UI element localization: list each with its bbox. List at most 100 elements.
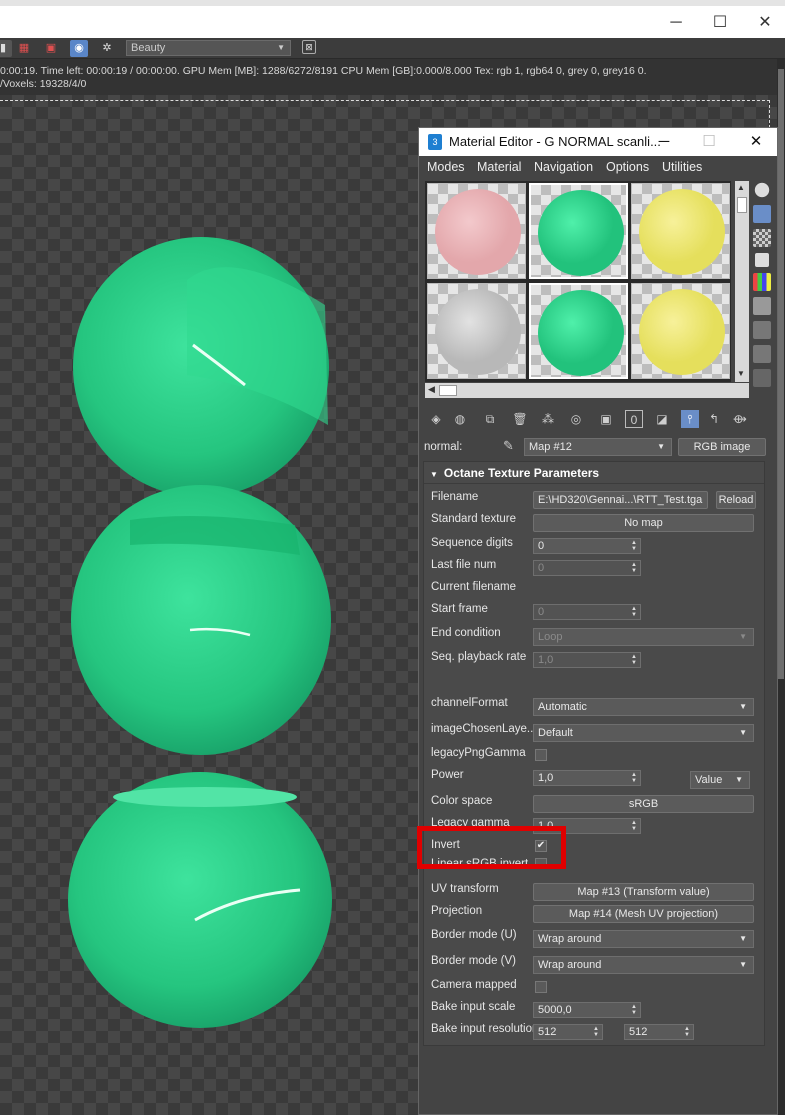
minimize-button[interactable]: ─ [661,10,691,36]
menu-utilities[interactable]: Utilities [662,160,702,174]
spinner-arrows-icon[interactable]: ▲ ▼ [631,1004,637,1016]
options-icon[interactable] [753,321,771,339]
reset-map-icon[interactable]: 🗑 [511,410,529,428]
show-end-result-icon[interactable]: ⫯ [681,410,699,428]
sequence-digits-value: 0 [538,540,545,552]
video-color-check-icon[interactable] [753,273,771,291]
start-frame-spinner: 0 ▲ ▼ [533,604,641,620]
make-preview-icon[interactable] [753,297,771,315]
maximize-button[interactable]: ☐ [705,10,735,36]
close-button[interactable]: ✕ [750,10,780,36]
rollout-header[interactable]: ▼ Octane Texture Parameters [424,462,764,484]
border-mode-v-label: Border mode (V) [431,955,517,967]
scroll-up-icon[interactable]: ▲ [737,183,745,192]
region-icon[interactable]: ⊠ [302,40,316,54]
menu-modes[interactable]: Modes [427,160,465,174]
spinner-arrows-icon: ▲ ▼ [631,654,637,666]
region-border-top [0,100,770,101]
bake-resolution-x-spinner[interactable]: 512 ▲ ▼ [533,1024,603,1040]
reload-button[interactable]: Reload [716,491,756,509]
sample-type-icon[interactable] [753,181,771,199]
go-to-parent-icon[interactable]: ↰ [705,410,723,428]
get-material-icon[interactable]: ◈ [427,410,445,428]
scroll-thumb[interactable] [737,197,747,213]
viewport-scrollbar[interactable] [777,59,785,1115]
spinner-arrows-icon[interactable]: ▲ ▼ [631,820,637,832]
map-name-select[interactable]: Map #12 ▼ [524,438,672,456]
me-minimize-button[interactable]: ─ [649,128,679,156]
me-close-button[interactable]: ✕ [741,128,771,156]
side-toolbar [753,181,775,393]
material-id-channel-icon[interactable]: 0 [625,410,643,428]
background-icon[interactable] [753,229,771,247]
border-mode-u-select[interactable]: Wrap around ▼ [533,930,754,948]
sample-slot-5[interactable] [529,283,628,379]
sample-slot-2[interactable] [529,183,628,279]
spinner-arrows-icon[interactable]: ▲ ▼ [684,1026,690,1038]
sample-slot-4[interactable] [427,283,526,379]
spinner-arrows-icon[interactable]: ▲ ▼ [593,1026,599,1038]
standard-texture-button[interactable]: No map [533,514,754,532]
sequence-digits-spinner[interactable]: 0 ▲ ▼ [533,538,641,554]
scroll-left-icon[interactable]: ◀ [428,384,435,395]
end-condition-value: Loop [538,631,563,643]
menu-options[interactable]: Options [606,160,649,174]
save-icon[interactable]: ▮ [0,40,12,57]
octane-camera-icon[interactable]: ◉ [70,40,88,57]
image-chosen-layer-select[interactable]: Default ▼ [533,724,754,742]
slots-vertical-scrollbar[interactable]: ▲ ▼ [735,181,749,382]
put-to-scene-icon[interactable]: ◍ [451,410,469,428]
render-mode-select[interactable]: Beauty ▼ [126,40,291,56]
bake-resolution-y-spinner[interactable]: 512 ▲ ▼ [624,1024,694,1040]
camera-mapped-checkbox[interactable] [535,981,547,993]
power-mode-select[interactable]: Value ▼ [690,771,750,789]
assign-to-selection-icon[interactable]: ⧉ [481,410,499,428]
settings-gear-icon[interactable]: ✲ [98,40,116,57]
sequence-digits-label: Sequence digits [431,537,513,549]
uv-tiling-icon[interactable] [755,253,769,267]
put-to-library-icon[interactable]: ◎ [567,410,585,428]
sample-slot-6[interactable] [631,283,730,379]
sample-slot-3[interactable] [631,183,730,279]
chevron-down-icon: ▼ [739,728,747,737]
3dsmax-app-icon: 3 [428,134,442,150]
channel-format-select[interactable]: Automatic ▼ [533,698,754,716]
eyedropper-icon[interactable]: ✎ [503,438,514,454]
spinner-arrows-icon[interactable]: ▲ ▼ [631,540,637,552]
color-space-button[interactable]: sRGB [533,795,754,813]
legacy-png-gamma-checkbox[interactable] [535,749,547,761]
scrollbar-thumb[interactable] [778,69,784,679]
chevron-down-icon: ▼ [735,775,743,784]
power-spinner[interactable]: 1,0 ▲ ▼ [533,770,641,786]
show-shaded-icon[interactable]: ◪ [653,410,671,428]
border-mode-u-value: Wrap around [538,933,602,945]
projection-button[interactable]: Map #14 (Mesh UV projection) [533,905,754,923]
menu-navigation[interactable]: Navigation [534,160,593,174]
last-file-num-spinner: 0 ▲ ▼ [533,560,641,576]
filename-button[interactable]: E:\HD320\Gennai...\RTT_Test.tga [533,491,708,509]
me-maximize-button[interactable]: ☐ [694,128,724,156]
filename-label: Filename [431,491,479,503]
material-id-icon[interactable]: ▣ [597,410,615,428]
backlight-icon[interactable] [753,205,771,223]
menu-material[interactable]: Material [477,160,521,174]
channel-format-value: Automatic [538,701,587,713]
power-label: Power [431,769,464,781]
select-by-material-icon[interactable] [753,345,771,363]
bake-input-scale-spinner[interactable]: 5000,0 ▲ ▼ [533,1002,641,1018]
scroll-down-icon[interactable]: ▼ [737,369,745,378]
spinner-arrows-icon: ▲ ▼ [631,606,637,618]
render-frame-icon[interactable]: ▦ [15,40,33,57]
slots-horizontal-scrollbar[interactable]: ◀ [425,383,749,398]
go-forward-sibling-icon[interactable]: ⟴ [731,410,749,428]
uv-transform-button[interactable]: Map #13 (Transform value) [533,883,754,901]
hscroll-thumb[interactable] [439,385,457,396]
render-setup-icon[interactable]: ▣ [42,40,60,57]
map-type-button[interactable]: RGB image [678,438,766,456]
border-mode-v-select[interactable]: Wrap around ▼ [533,956,754,974]
spinner-arrows-icon[interactable]: ▲ ▼ [631,772,637,784]
material-map-navigator-icon[interactable] [753,369,771,387]
legacy-png-gamma-label: legacyPngGamma [431,747,526,759]
make-unique-icon[interactable]: ⁂ [539,410,557,428]
sample-slot-1[interactable] [427,183,526,279]
